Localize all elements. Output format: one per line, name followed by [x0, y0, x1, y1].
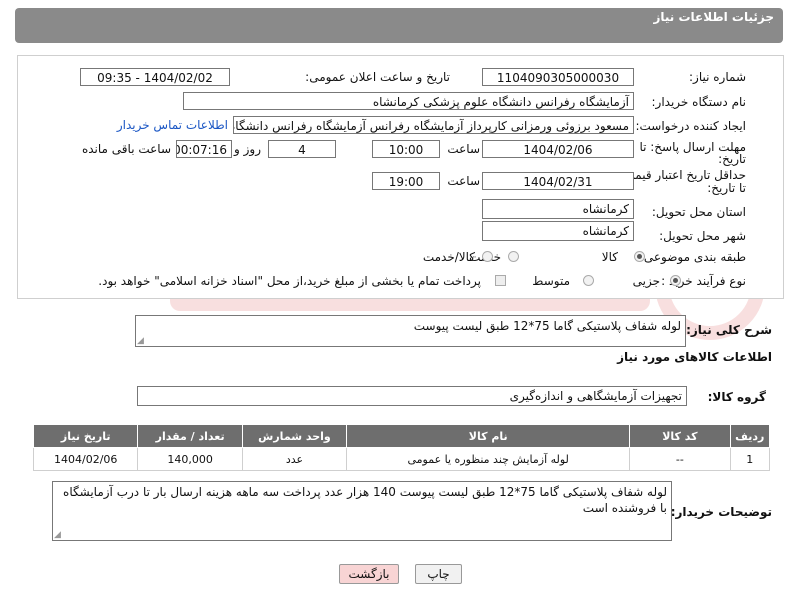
goods-table: ردیف کد کالا نام کالا واحد شمارش تعداد /… — [32, 424, 771, 471]
col-header-quantity: تعداد / مقدار — [137, 424, 243, 448]
remaining-time-label: ساعت باقی مانده — [81, 142, 171, 156]
buyer-notes-textarea[interactable]: لوله شفاف پلاستیکی گاما 75*12 طبق لیست پ… — [52, 481, 672, 541]
buyer-org-label: نام دستگاه خریدار: — [651, 95, 747, 109]
announce-label: تاریخ و ساعت اعلان عمومی: — [305, 70, 450, 84]
notes-resize-grip-icon[interactable]: ◢ — [54, 530, 61, 540]
deadline-label-line2: تاریخ: — [718, 152, 746, 166]
goods-group-label: گروه کالا: — [707, 390, 766, 404]
deadline-days-field[interactable]: 4 — [268, 140, 336, 158]
buyer-notes-label: توضیحات خریدار: — [670, 505, 772, 519]
table-row[interactable]: 1 -- لوله آزمایش چند منظوره یا عمومی عدد… — [32, 447, 771, 471]
back-button[interactable]: بازگشت — [339, 564, 399, 584]
purchase-minor-radio[interactable] — [670, 275, 681, 286]
price-validity-time-field[interactable]: 19:00 — [372, 172, 440, 190]
treasury-payment-note: پرداخت تمام یا بخشی از مبلغ خرید،از محل … — [98, 274, 481, 288]
col-header-item-name: نام کالا — [346, 424, 631, 448]
need-number-field[interactable]: 1104090305000030 — [482, 68, 634, 86]
description-label: شرح کلی نیاز: — [686, 323, 772, 337]
deadline-days-label: روز و — [234, 142, 261, 156]
province-label: استان محل تحویل: — [651, 205, 746, 219]
requester-field[interactable]: مسعود برزوئی ورمزانی کارپرداز آزمایشگاه … — [233, 116, 634, 134]
description-textarea[interactable]: لوله شفاف پلاستیکی گاما 75*12 طبق لیست پ… — [135, 315, 686, 347]
goods-group-field[interactable]: تجهیزات آزمایشگاهی و اندازه‌گیری — [137, 386, 687, 406]
purchase-medium-radio[interactable] — [583, 275, 594, 286]
price-validity-time-label: ساعت — [447, 174, 480, 188]
resize-grip-icon[interactable]: ◢ — [137, 336, 144, 346]
purchase-minor-label: جزیی — [632, 274, 660, 288]
cell-need-date: 1404/02/06 — [32, 447, 139, 471]
cell-item-name: لوله آزمایش چند منظوره یا عمومی — [346, 447, 631, 471]
page-title: جزئیات اطلاعات نیاز — [653, 10, 774, 24]
category-service-radio[interactable] — [508, 251, 519, 262]
cell-item-code: -- — [629, 447, 731, 471]
deadline-time-field[interactable]: 10:00 — [372, 140, 440, 158]
price-validity-date-field[interactable]: 1404/02/31 — [482, 172, 634, 190]
buyer-notes-text: لوله شفاف پلاستیکی گاما 75*12 طبق لیست پ… — [63, 485, 667, 515]
price-validity-label-line2: تا تاریخ: — [707, 181, 746, 195]
category-both-label: کالا/خدمت — [422, 250, 475, 264]
need-number-label: شماره نیاز: — [689, 70, 746, 84]
price-validity-label-line1: حداقل تاریخ اعتبار قیمت: — [619, 168, 746, 182]
city-field[interactable]: کرمانشاه — [482, 221, 634, 241]
category-both-radio[interactable] — [482, 251, 493, 262]
purchase-medium-label: متوسط — [532, 274, 570, 288]
col-header-row-number: ردیف — [729, 424, 771, 448]
province-field[interactable]: کرمانشاه — [482, 199, 634, 219]
treasury-payment-checkbox[interactable] — [495, 275, 506, 286]
cell-row-number: 1 — [729, 447, 771, 471]
col-header-item-code: کد کالا — [629, 424, 731, 448]
print-button[interactable]: چاپ — [415, 564, 462, 584]
deadline-time-label: ساعت — [447, 142, 480, 156]
category-label: طبقه بندی موضوعی: — [639, 250, 746, 264]
announce-field[interactable]: 1404/02/02 - 09:35 — [80, 68, 230, 86]
col-header-unit: واحد شمارش — [241, 424, 348, 448]
category-goods-radio[interactable] — [634, 251, 645, 262]
city-label: شهر محل تحویل: — [659, 229, 746, 243]
buyer-org-field[interactable]: آزمایشگاه رفرانس دانشگاه علوم پزشکی کرما… — [183, 92, 634, 110]
buyer-contact-link[interactable]: اطلاعات تماس خریدار — [117, 118, 228, 132]
cell-unit: عدد — [241, 447, 348, 471]
category-goods-label: کالا — [601, 250, 618, 264]
goods-section-title: اطلاعات کالاهای مورد نیاز — [617, 350, 772, 364]
table-header-row: ردیف کد کالا نام کالا واحد شمارش تعداد /… — [32, 424, 771, 448]
requester-label: ایجاد کننده درخواست: — [635, 119, 746, 133]
remaining-time-field[interactable]: 00:07:16 — [176, 140, 232, 158]
cell-quantity: 140,000 — [137, 447, 243, 471]
deadline-date-field[interactable]: 1404/02/06 — [482, 140, 634, 158]
col-header-need-date: تاریخ نیاز — [32, 424, 139, 448]
description-text: لوله شفاف پلاستیکی گاما 75*12 طبق لیست پ… — [413, 319, 681, 333]
